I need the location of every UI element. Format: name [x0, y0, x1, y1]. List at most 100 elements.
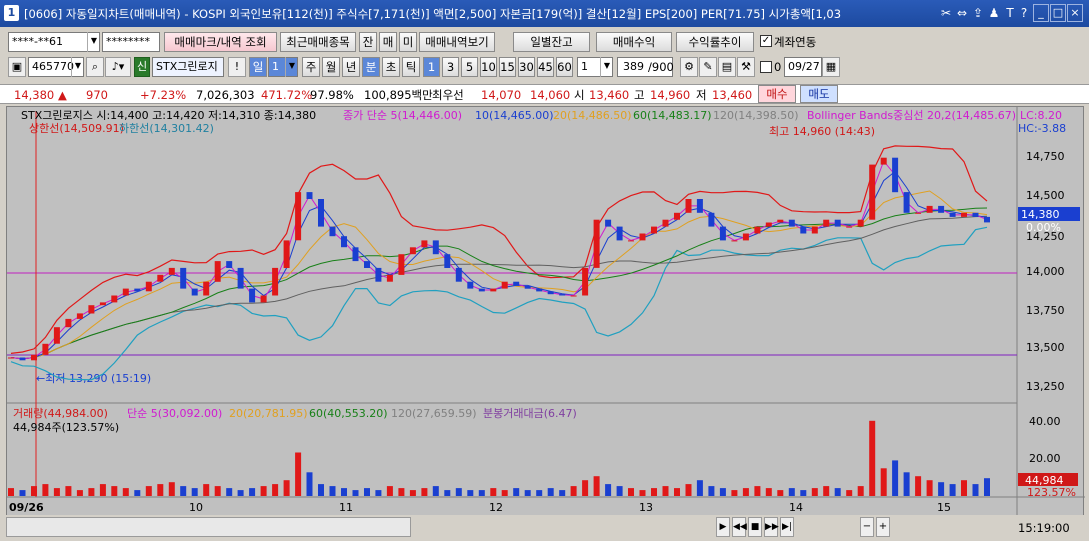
- volume-bar: [467, 490, 474, 496]
- volume-bar: [237, 490, 244, 496]
- volume-bar: [869, 420, 876, 496]
- save-icon[interactable]: ▤: [718, 57, 736, 77]
- volume-bar: [685, 484, 692, 496]
- period-second-button[interactable]: 초: [382, 57, 400, 77]
- zoom-in-icon[interactable]: +: [876, 517, 890, 537]
- trade-button[interactable]: 매: [379, 32, 397, 52]
- candle: [765, 222, 772, 227]
- scroll-track[interactable]: [6, 517, 411, 537]
- sound-icon[interactable]: ♪▾: [105, 57, 131, 77]
- ma120-label: 120(14,398.50): [713, 109, 799, 122]
- unfilled-button[interactable]: 미: [399, 32, 417, 52]
- volume-pct: 471.72%: [261, 88, 313, 102]
- period-day-button[interactable]: 일: [249, 57, 267, 77]
- date-input[interactable]: 09/27: [784, 57, 822, 77]
- candle: [295, 192, 302, 241]
- vol-tick-20: 20.00: [1029, 452, 1061, 465]
- volume-bar: [524, 490, 531, 496]
- volume-bar: [203, 484, 210, 496]
- end-icon[interactable]: ▶|: [780, 517, 794, 537]
- maximize-button[interactable]: □: [1050, 4, 1066, 22]
- x-label-13: 13: [639, 501, 653, 514]
- price-chart[interactable]: STX그린로지스 시:14,400 고:14,420 저:14,310 종:14…: [7, 107, 1085, 517]
- calendar-icon[interactable]: ▦: [822, 57, 840, 77]
- sell-button[interactable]: 매도: [800, 85, 838, 103]
- volume-bar: [984, 478, 990, 496]
- account-dropdown[interactable]: ▼: [87, 32, 100, 52]
- period-week-button[interactable]: 주: [302, 57, 320, 77]
- interval-1-button[interactable]: 1: [423, 57, 440, 77]
- play-icon[interactable]: ▶: [716, 517, 730, 537]
- pin-icon[interactable]: ♟: [987, 5, 1001, 21]
- vol-ma20-label: 20(20,781.95): [229, 407, 308, 420]
- interval-5-button[interactable]: 5: [461, 57, 478, 77]
- interval-15-button[interactable]: 15: [499, 57, 516, 77]
- tools-icon[interactable]: ✂: [939, 5, 953, 21]
- account-link-label: 계좌연동: [774, 35, 817, 49]
- high-marker-label: 최고 14,960 (14:43): [769, 125, 875, 138]
- search-icon[interactable]: ⌕: [86, 57, 104, 77]
- alert-icon[interactable]: !: [228, 57, 246, 77]
- help-icon[interactable]: ?: [1017, 5, 1031, 21]
- vol-ma120-label: 120(27,659.59): [391, 407, 477, 420]
- trade-mark-button[interactable]: 매매마크/내역 조회: [164, 32, 277, 52]
- d-value: 0: [774, 60, 782, 74]
- account-link-checkbox[interactable]: ✓: [760, 35, 772, 47]
- trade-history-button[interactable]: 매매내역보기: [419, 32, 495, 52]
- candle: [272, 267, 279, 296]
- count-dropdown[interactable]: ▼: [600, 57, 613, 77]
- volume-bar: [696, 480, 703, 496]
- chart-area[interactable]: STX그린로지스 시:14,400 고:14,420 저:14,310 종:14…: [6, 106, 1085, 517]
- zoom-out-icon[interactable]: −: [860, 517, 874, 537]
- d-checkbox[interactable]: [760, 61, 772, 73]
- interval-10-button[interactable]: 10: [480, 57, 497, 77]
- period-tick-button[interactable]: 틱: [402, 57, 420, 77]
- candle: [145, 281, 152, 292]
- period-month-button[interactable]: 월: [322, 57, 340, 77]
- candle: [478, 288, 485, 292]
- candle: [674, 212, 680, 220]
- volume-bar: [639, 490, 646, 496]
- period-num-dropdown[interactable]: ▼: [285, 57, 298, 77]
- candle: [903, 192, 910, 213]
- return-trend-button[interactable]: 수익률추이: [676, 32, 754, 52]
- volume-bar: [272, 484, 279, 496]
- volume-bar: [8, 488, 14, 496]
- password-input[interactable]: ********: [102, 32, 160, 52]
- daily-balance-button[interactable]: 일별잔고: [513, 32, 590, 52]
- interval-30-button[interactable]: 30: [518, 57, 535, 77]
- y-tick-14500: 14,500: [1026, 189, 1065, 202]
- period-year-button[interactable]: 년: [342, 57, 360, 77]
- bottom-toolbar: ▶ ◀◀ ■ ▶▶ ▶| − + 15:19:00: [0, 515, 1089, 541]
- stock-code-dropdown[interactable]: ▼: [71, 57, 84, 77]
- balance-button[interactable]: 잔: [359, 32, 377, 52]
- interval-45-button[interactable]: 45: [537, 57, 554, 77]
- link-icon[interactable]: ⇔: [955, 5, 969, 21]
- chart-type-icon[interactable]: ▣: [8, 57, 26, 77]
- recent-trades-button[interactable]: 최근매매종목: [280, 32, 356, 52]
- settings-icon[interactable]: ⚒: [737, 57, 755, 77]
- close-button[interactable]: ×: [1067, 4, 1083, 22]
- ma60-label: 60(14,483.17): [633, 109, 712, 122]
- candle: [811, 226, 818, 234]
- volume-bar: [134, 490, 141, 496]
- trade-amount: 100,895백만: [364, 88, 433, 102]
- volume-bar: [846, 490, 853, 496]
- forward-icon[interactable]: ▶▶: [764, 517, 779, 537]
- indicator-icon[interactable]: ⚙: [680, 57, 698, 77]
- period-minute-button[interactable]: 분: [362, 57, 380, 77]
- trade-profit-button[interactable]: 매매수익: [596, 32, 672, 52]
- interval-3-button[interactable]: 3: [442, 57, 459, 77]
- buy-button[interactable]: 매수: [758, 85, 796, 103]
- stop-icon[interactable]: ■: [748, 517, 762, 537]
- drawing-icon[interactable]: ✎: [699, 57, 717, 77]
- export-icon[interactable]: ⇪: [971, 5, 985, 21]
- minimize-button[interactable]: _: [1033, 4, 1049, 22]
- low-price: 13,460: [712, 88, 753, 102]
- volume-bar: [65, 486, 72, 496]
- interval-60-button[interactable]: 60: [556, 57, 573, 77]
- text-icon[interactable]: T: [1003, 5, 1017, 21]
- rewind-icon[interactable]: ◀◀: [732, 517, 747, 537]
- volume-bar: [742, 488, 749, 496]
- volume-bar: [880, 468, 887, 496]
